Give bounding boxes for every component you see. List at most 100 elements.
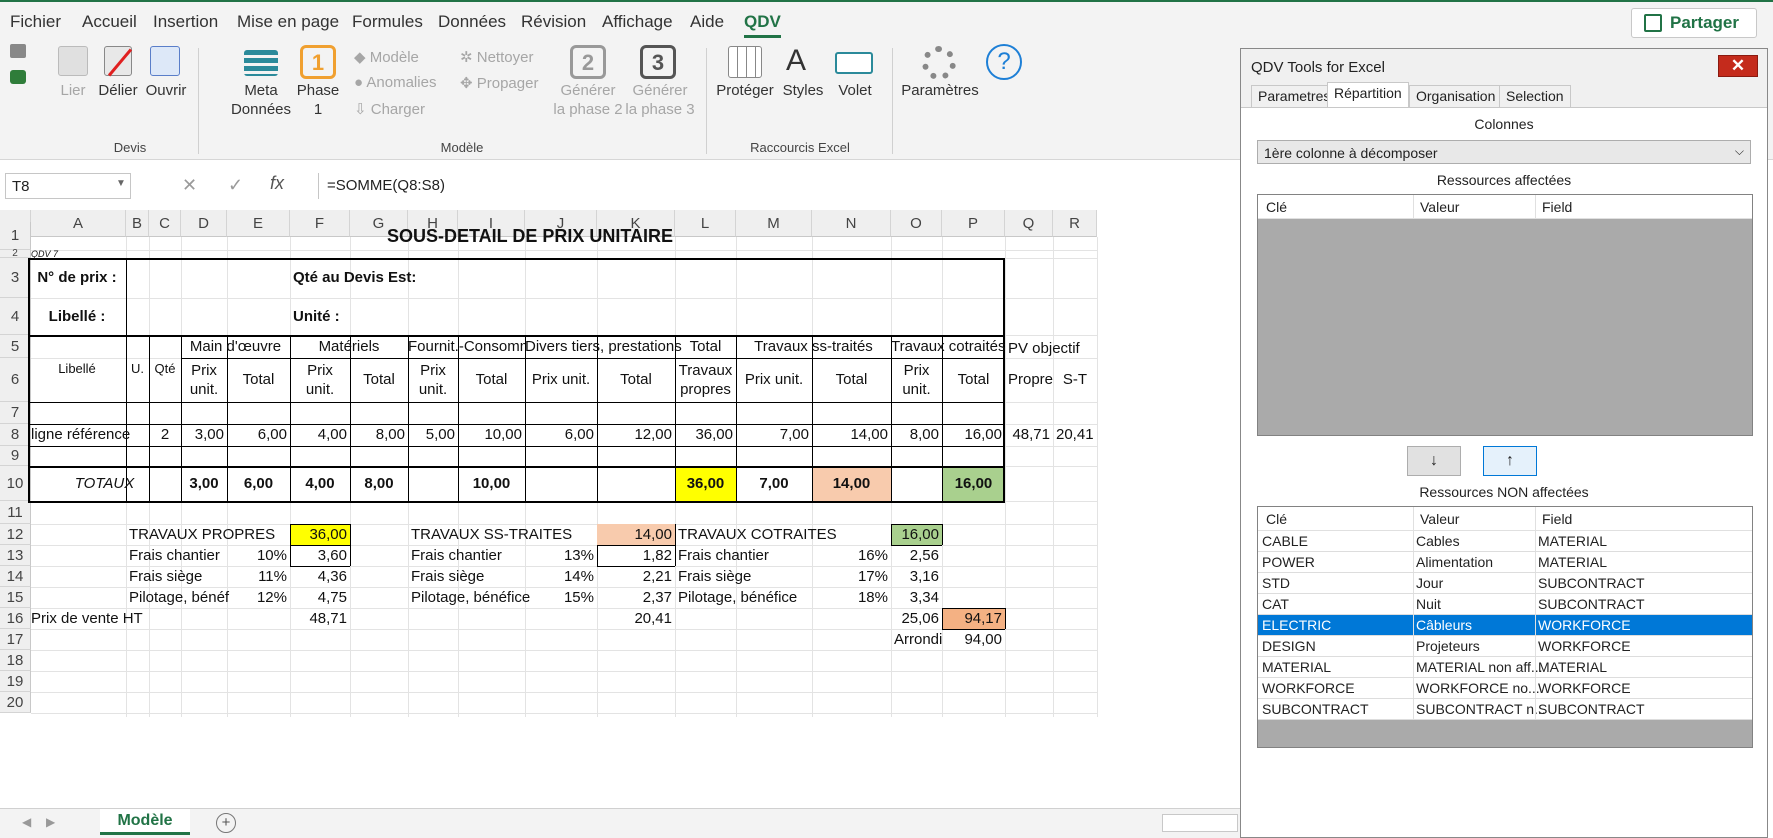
col-cle[interactable]: Clé (1266, 199, 1287, 215)
propager-button[interactable]: ✥ Propager (460, 74, 538, 92)
phase1-icon: 1 (300, 45, 336, 79)
column-header[interactable]: Q (1005, 210, 1053, 237)
list-item[interactable]: STD Jour SUBCONTRACT (1258, 573, 1752, 594)
meta-button[interactable]: Meta Données (228, 81, 294, 119)
column-header[interactable]: R (1053, 210, 1097, 237)
qdv-small-icon[interactable] (10, 44, 26, 58)
lier-button[interactable]: Lier (56, 81, 90, 100)
worksheet-grid[interactable]: ABCDEFGHIJKLMNOPQR 1 2 3 4 5 6 7 8 9 10 11 12 13 14 15… (0, 210, 1240, 810)
row-header[interactable]: 11 (0, 501, 31, 524)
row-header[interactable]: 20 (0, 692, 31, 713)
charger-button[interactable]: ⇩ Charger (354, 100, 425, 118)
menu-affichage[interactable]: Affichage (602, 12, 673, 32)
row-header[interactable]: 6 (0, 358, 31, 402)
move-down-button[interactable]: ↓ (1407, 446, 1461, 476)
column-header[interactable]: C (149, 210, 181, 237)
list-item-cell: SUBCONTRACT (1538, 575, 1645, 591)
col-field[interactable]: Field (1542, 511, 1572, 527)
formula-input[interactable]: =SOMME(Q8:S8) (318, 173, 1238, 199)
row-header[interactable]: 15 (0, 587, 31, 608)
enter-icon[interactable]: ✓ (228, 175, 243, 196)
col-valeur[interactable]: Valeur (1420, 199, 1459, 215)
unaffected-resources-list[interactable]: Clé Valeur Field CABLE Cables MATERIAL POWE… (1257, 506, 1753, 748)
tab-repartition[interactable]: Répartition (1327, 82, 1409, 108)
row-header[interactable]: 8 (0, 424, 31, 446)
row-header[interactable]: 13 (0, 545, 31, 566)
chevron-down-icon[interactable]: ▼ (116, 178, 126, 189)
modele-button[interactable]: ◆ Modèle (354, 48, 419, 66)
cancel-icon[interactable]: ✕ (182, 175, 197, 196)
prev-sheet-icon[interactable]: ◀ (22, 815, 31, 829)
row-header[interactable]: 5 (0, 335, 31, 358)
menu-donnees[interactable]: Données (438, 12, 506, 32)
row-header[interactable]: 2 (0, 249, 31, 259)
share-button[interactable]: Partager (1631, 8, 1757, 38)
list-item[interactable]: ELECTRIC Câbleurs WORKFORCE (1258, 615, 1752, 636)
colonne-select[interactable]: 1ère colonne à décomposer ⌵ (1257, 140, 1751, 164)
menu-aide[interactable]: Aide (690, 12, 724, 32)
horizontal-scrollbar[interactable] (1162, 814, 1238, 832)
col-valeur[interactable]: Valeur (1420, 511, 1459, 527)
menu-fichier[interactable]: Fichier (10, 12, 61, 32)
totaux-cell-d: 3,00 (189, 475, 219, 492)
column-header[interactable]: O (891, 210, 942, 237)
column-header[interactable]: P (942, 210, 1005, 237)
row-header[interactable]: 3 (0, 258, 31, 298)
phase1-button[interactable]: Phase 1 (296, 81, 340, 119)
menu-insertion[interactable]: Insertion (153, 12, 218, 32)
list-item[interactable]: MATERIAL MATERIAL non aff... MATERIAL (1258, 657, 1752, 678)
sheet-title: SOUS-DETAIL DE PRIX UNITAIRE (386, 226, 674, 246)
tab-parametres[interactable]: Parametres (1251, 85, 1338, 107)
tab-selection[interactable]: Selection (1499, 85, 1571, 107)
row-header[interactable]: 4 (0, 298, 31, 335)
list-item[interactable]: DESIGN Projeteurs WORKFORCE (1258, 636, 1752, 657)
next-sheet-icon[interactable]: ▶ (46, 815, 55, 829)
volet-button[interactable]: Volet (830, 81, 880, 100)
menu-accueil[interactable]: Accueil (82, 12, 137, 32)
add-sheet-icon[interactable]: + (216, 813, 236, 833)
menu-mise-en-page[interactable]: Mise en page (237, 12, 339, 32)
styles-button[interactable]: Styles (778, 81, 828, 100)
row-header[interactable]: 16 (0, 608, 31, 629)
col-cle[interactable]: Clé (1266, 511, 1287, 527)
close-button[interactable]: ✕ (1718, 55, 1758, 77)
column-header[interactable]: A (31, 210, 126, 237)
tab-organisation[interactable]: Organisation (1409, 85, 1503, 107)
row-header[interactable]: 17 (0, 629, 31, 650)
menu-revision[interactable]: Révision (521, 12, 586, 32)
menu-formules[interactable]: Formules (352, 12, 423, 32)
col-field[interactable]: Field (1542, 199, 1572, 215)
row-header[interactable]: 19 (0, 671, 31, 692)
help-icon[interactable]: ? (986, 44, 1022, 80)
nettoyer-button[interactable]: ✲ Nettoyer (460, 48, 533, 66)
row-header[interactable]: 7 (0, 402, 31, 424)
excel-small-icon[interactable] (10, 70, 26, 84)
row-header[interactable]: 1 (0, 222, 31, 250)
affected-resources-list[interactable]: Clé Valeur Field (1257, 194, 1753, 436)
delier-button[interactable]: Délier (98, 81, 138, 100)
row-header[interactable]: 18 (0, 650, 31, 671)
row-header[interactable]: 14 (0, 566, 31, 587)
proteger-button[interactable]: Protéger (716, 81, 774, 100)
row-header[interactable]: 12 (0, 524, 31, 545)
column-header[interactable]: B (126, 210, 149, 237)
fx-icon[interactable]: fx (270, 173, 284, 194)
list-item[interactable]: CABLE Cables MATERIAL (1258, 531, 1752, 552)
parametres-button[interactable]: Paramètres (898, 81, 982, 100)
menu-qdv[interactable]: QDV (744, 12, 781, 38)
recap-pct: 14% (563, 568, 594, 585)
header-total: Total (242, 371, 275, 388)
generer-phase2-button[interactable]: Générer la phase 2 (552, 81, 624, 119)
anomalies-button[interactable]: ● Anomalies (354, 74, 436, 91)
row-header[interactable]: 10 (0, 466, 31, 501)
name-box[interactable]: T8 (5, 173, 131, 199)
list-item[interactable]: POWER Alimentation MATERIAL (1258, 552, 1752, 573)
row-header[interactable]: 9 (0, 446, 31, 466)
list-item[interactable]: CAT Nuit SUBCONTRACT (1258, 594, 1752, 615)
move-up-button[interactable]: ↑ (1483, 446, 1537, 476)
generer-phase3-button[interactable]: Générer la phase 3 (624, 81, 696, 119)
list-item[interactable]: SUBCONTRACT SUBCONTRACT n... SUBCONTRACT (1258, 699, 1752, 720)
sheet-tab-modele[interactable]: Modèle (100, 809, 190, 835)
list-item[interactable]: WORKFORCE WORKFORCE no... WORKFORCE (1258, 678, 1752, 699)
ouvrir-button[interactable]: Ouvrir (144, 81, 188, 100)
